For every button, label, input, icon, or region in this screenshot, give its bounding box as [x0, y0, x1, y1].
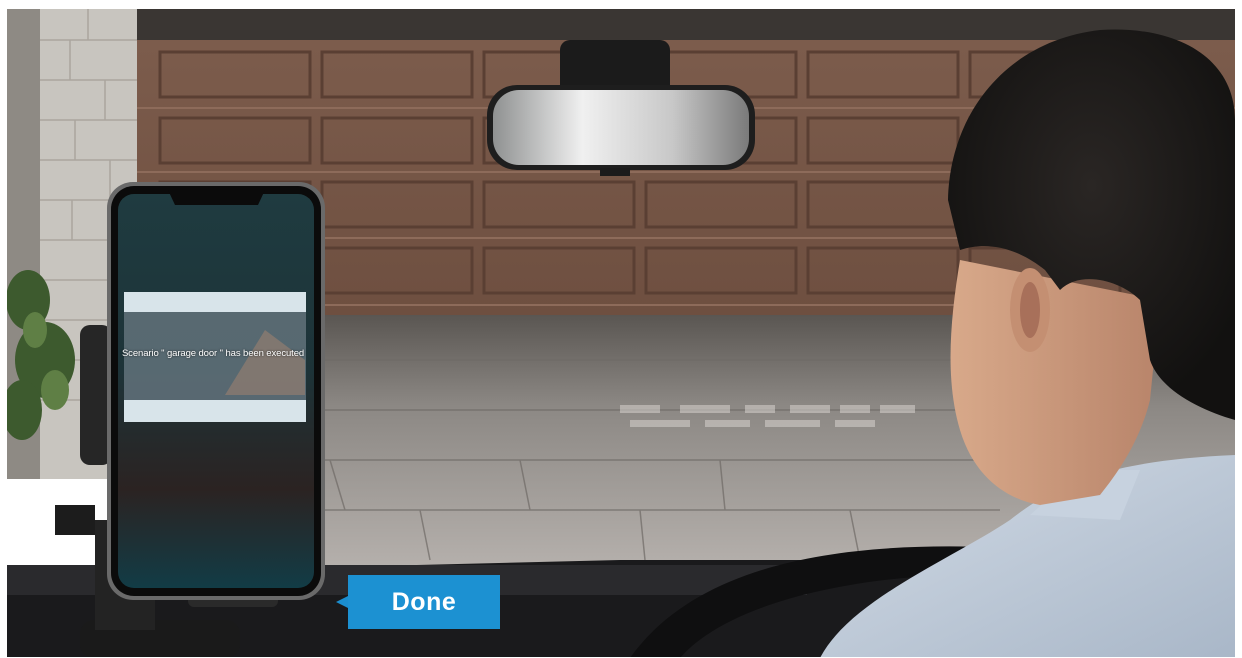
- smartphone: [107, 182, 325, 600]
- done-label: Done: [391, 587, 457, 616]
- phone-notification-text: Scenario " garage door " has been execut…: [121, 348, 305, 359]
- photo-scene: [7, 9, 1235, 657]
